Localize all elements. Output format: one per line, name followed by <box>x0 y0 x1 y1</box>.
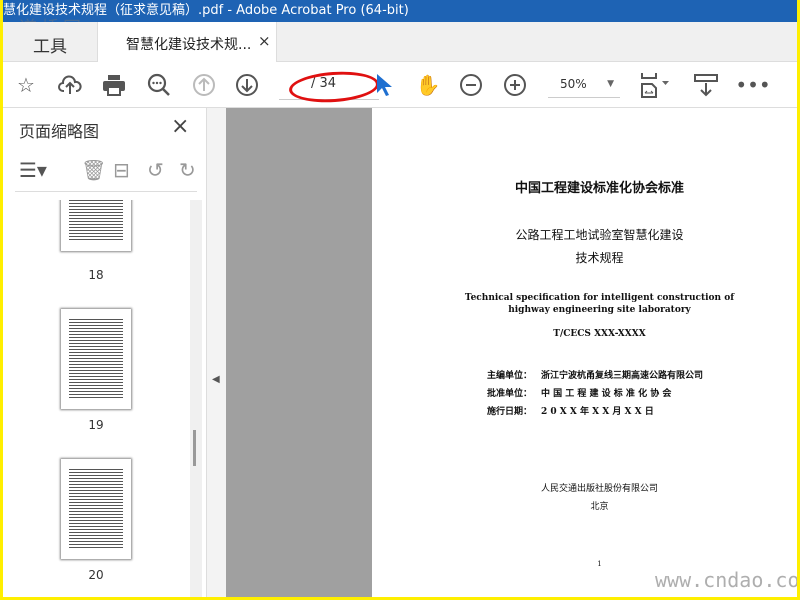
tab-document[interactable]: 智慧化建设技术规... × <box>97 22 277 63</box>
publisher-city: 北京 <box>590 502 609 512</box>
toolbar: ☆ / 34 ✋ 50% ▼ ••• <box>3 62 797 108</box>
delete-icon[interactable]: 🗑 <box>81 158 106 182</box>
zoom-search-icon[interactable] <box>146 72 172 98</box>
bookmark-star-icon[interactable]: ☆ <box>13 72 39 98</box>
close-tab-button[interactable]: × <box>258 32 271 50</box>
doc-title-line1: 公路工程工地试验室智慧化建设 <box>515 228 684 242</box>
standard-heading: 中国工程建设标准化协会标准 <box>514 181 684 196</box>
thumbnail-page[interactable] <box>60 458 132 560</box>
info-key: 批准单位： <box>487 389 533 399</box>
english-title-line2: highway engineering site laboratory <box>508 305 691 315</box>
thumbnail-page[interactable] <box>60 308 132 410</box>
info-row: 施行日期： 2 0 X X 年 X X 月 X X 日 <box>487 404 654 417</box>
english-title-line1: Technical specification for intelligent … <box>464 293 735 303</box>
chevron-left-icon: ◀ <box>212 374 220 385</box>
rotate-left-icon[interactable]: ↺ <box>147 158 164 182</box>
acrobat-window: 慧化建设技术规程（征求意见稿）.pdf - Adobe Acrobat Pro … <box>3 0 797 597</box>
info-row: 主编单位： 浙江宁波杭甬复线三期高速公路有限公司 <box>487 368 703 381</box>
zoom-out-icon[interactable] <box>458 72 484 98</box>
thumbnails-panel: 页面缩略图 × ☰▾ 🗑 ⊟ ↺ ↻ 18 19 20 <box>3 108 207 597</box>
pdf-page: 中国工程建设标准化协会标准 公路工程工地试验室智慧化建设 技术规程 Techni… <box>372 108 797 597</box>
doc-title-line2: 技术规程 <box>575 251 624 265</box>
print-icon[interactable] <box>101 72 127 98</box>
more-options-icon[interactable]: ••• <box>735 72 770 98</box>
thumbnail-label: 19 <box>88 418 104 432</box>
collapse-panel-button[interactable]: ◀ <box>207 108 226 597</box>
close-panel-button[interactable]: × <box>171 114 189 139</box>
options-menu-icon[interactable]: ☰▾ <box>19 158 47 182</box>
info-row: 批准单位： 中 国 工 程 建 设 标 准 化 协 会 <box>487 386 671 399</box>
watermark-url: www.cndao.com <box>655 568 797 592</box>
thumbnail-page[interactable] <box>60 200 132 252</box>
zoom-in-icon[interactable] <box>502 72 528 98</box>
info-value: 浙江宁波杭甬复线三期高速公路有限公司 <box>541 371 704 381</box>
thumbnail-scrollbar[interactable] <box>190 200 202 597</box>
rotate-right-icon[interactable]: ↻ <box>179 158 196 182</box>
hand-tool-icon[interactable]: ✋ <box>415 72 441 98</box>
thumbnail-list: 18 19 20 <box>3 200 191 597</box>
thumbnail-label: 18 <box>88 268 104 282</box>
select-cursor-icon[interactable] <box>371 72 397 98</box>
scroll-mode-icon[interactable] <box>693 72 719 98</box>
tab-bar: 工具 智慧化建设技术规... × <box>3 22 797 63</box>
fit-page-icon[interactable] <box>639 72 675 98</box>
previous-page-icon[interactable] <box>191 72 217 98</box>
tab-document-label: 智慧化建设技术规... <box>126 37 252 53</box>
tab-tools[interactable]: 工具 <box>33 32 67 57</box>
info-key: 主编单位： <box>487 371 533 381</box>
panel-toolbar: ☰▾ 🗑 ⊟ ↺ ↻ <box>15 154 197 192</box>
chevron-down-icon: ▼ <box>607 79 614 89</box>
publisher: 人民交通出版社股份有限公司 <box>540 484 658 494</box>
next-page-icon[interactable] <box>234 72 260 98</box>
upload-cloud-icon[interactable] <box>57 72 83 98</box>
page-number: 1 <box>597 560 602 568</box>
extract-pages-icon[interactable]: ⊟ <box>113 158 130 182</box>
scrollbar-thumb[interactable] <box>193 430 196 466</box>
standard-code: T/CECS XXX-XXXX <box>553 329 646 339</box>
title-bar: 慧化建设技术规程（征求意见稿）.pdf - Adobe Acrobat Pro … <box>3 0 797 22</box>
document-background <box>226 108 372 597</box>
info-key: 施行日期： <box>487 407 533 417</box>
info-value: 2 0 X X 年 X X 月 X X 日 <box>541 407 654 417</box>
thumbnail-label: 20 <box>88 568 104 582</box>
panel-title: 页面缩略图 <box>19 122 100 141</box>
zoom-value: 50% <box>560 77 587 91</box>
info-value: 中 国 工 程 建 设 标 准 化 协 会 <box>541 389 672 399</box>
zoom-level-select[interactable]: 50% ▼ <box>548 70 620 98</box>
